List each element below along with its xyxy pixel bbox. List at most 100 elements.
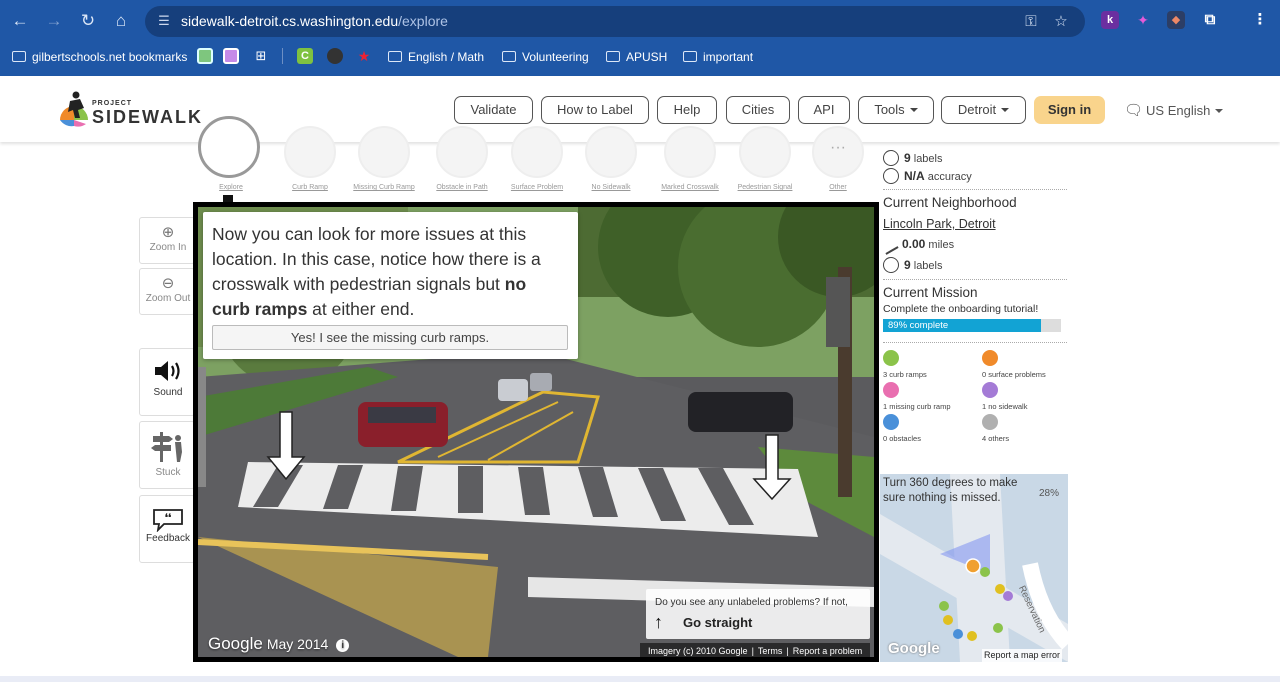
forward-icon[interactable]: →	[44, 11, 64, 31]
report-problem-link[interactable]: Report a problem	[793, 646, 863, 656]
language-selector[interactable]: 🗨 US English	[1124, 100, 1224, 122]
tool-label: Curb Ramp	[292, 184, 328, 191]
bookmark-green-icon[interactable]	[197, 48, 213, 64]
tool-no-sidewalk[interactable]: No Sidewalk	[575, 126, 647, 194]
extension-k-icon[interactable]: k	[1101, 11, 1119, 29]
path-icon	[881, 239, 899, 255]
nav-cities-button[interactable]: Cities	[726, 96, 790, 124]
tool-pedestrian-signal[interactable]: Pedestrian Signal	[729, 126, 801, 194]
bookmark-apps[interactable]: gilbertschools.net bookmarks	[12, 48, 187, 66]
tool-curb-ramp[interactable]: Curb Ramp	[274, 126, 346, 194]
tool-label: No Sidewalk	[591, 184, 631, 191]
terms-link[interactable]: Terms	[758, 646, 783, 656]
bookmark-dark-icon[interactable]	[327, 48, 343, 64]
stuck-label: Stuck	[155, 467, 181, 478]
zoom-out-icon: ⊖	[161, 275, 175, 292]
tool-marked-crosswalk[interactable]: Marked Crosswalk	[654, 126, 726, 194]
site-info-icon[interactable]: ☰	[155, 12, 173, 30]
stuck-button[interactable]: Stuck	[139, 421, 195, 489]
bookmark-c-icon[interactable]: C	[297, 48, 313, 64]
go-straight-panel[interactable]: Do you see any unlabeled problems? If no…	[646, 589, 870, 639]
project-sidewalk-logo[interactable]: PROJECT SIDEWALK	[56, 90, 216, 130]
tool-other[interactable]: ··· Other	[802, 126, 874, 194]
nav-help-button[interactable]: Help	[657, 96, 717, 124]
bookmark-folder-important[interactable]: important	[683, 48, 753, 66]
nav-tools-dropdown[interactable]: Tools	[858, 96, 934, 124]
neighborhood-title: Current Neighborhood	[883, 195, 1017, 210]
extension-bolt-icon[interactable]: ✦	[1134, 11, 1152, 29]
neighborhood-link[interactable]: Lincoln Park, Detroit	[883, 217, 996, 231]
bookmark-star-red-icon[interactable]: ★	[356, 48, 372, 64]
bookmark-purple-icon[interactable]	[223, 48, 239, 64]
nav-api-button[interactable]: API	[798, 96, 850, 124]
zoom-in-label: Zoom In	[149, 242, 187, 253]
missing-curb-ramp-icon	[883, 382, 899, 398]
browser-chrome: ← → ↻ ⌂ ☰ sidewalk-detroit.cs.washington…	[0, 0, 1280, 76]
tutorial-text: Now you can look for more issues at this…	[212, 224, 541, 319]
compass-percent: 28%	[1039, 488, 1060, 499]
curb-ramp-count: 3 curb ramps	[883, 350, 927, 379]
zoom-in-button[interactable]: ⊕ Zoom In	[139, 217, 195, 264]
extension-puzzle-color-icon[interactable]: ◆	[1167, 11, 1185, 29]
obstacle-count: 0 obstacles	[883, 414, 921, 443]
speaker-icon	[155, 361, 180, 381]
feedback-button[interactable]: ❛❛ Feedback	[139, 495, 195, 563]
home-icon[interactable]: ⌂	[111, 11, 131, 31]
svg-text:❛❛: ❛❛	[165, 513, 171, 524]
divider	[883, 279, 1067, 280]
divider	[883, 342, 1067, 343]
bookmark-grid-icon[interactable]: ⊞	[253, 48, 269, 64]
password-key-icon[interactable]: ⚿	[1021, 12, 1041, 32]
report-map-error-link[interactable]: Report a map error	[982, 649, 1063, 662]
mission-progress-bar: 89% complete	[883, 319, 1061, 332]
arrow-up-icon: ↑	[654, 612, 663, 632]
reload-icon[interactable]: ↻	[78, 11, 98, 31]
go-straight-button[interactable]: Go straight	[683, 615, 752, 630]
nav-validate-button[interactable]: Validate	[454, 96, 533, 124]
bookmark-folder-volunteering[interactable]: Volunteering	[502, 48, 589, 66]
tool-label: Marked Crosswalk	[661, 184, 719, 191]
bookmark-star-icon[interactable]: ☆	[1051, 12, 1071, 32]
tool-explore[interactable]: Explore	[195, 116, 267, 194]
missing-curb-ramp-count: 1 missing curb ramp	[883, 382, 951, 411]
confirm-missing-curb-ramps-button[interactable]: Yes! I see the missing curb ramps.	[212, 325, 568, 350]
back-icon[interactable]: ←	[10, 11, 30, 31]
nav-city-dropdown[interactable]: Detroit	[941, 96, 1026, 124]
speech-bubble-icon: ❛❛	[153, 509, 183, 532]
menu-kebab-icon[interactable]: ⋮	[1251, 11, 1269, 29]
explore-icon	[198, 116, 260, 178]
curb-ramp-icon	[883, 350, 899, 366]
google-watermark: Google May 2014 i	[208, 634, 350, 654]
url-text: sidewalk-detroit.cs.washington.edu/explo…	[181, 13, 448, 29]
divider	[883, 189, 1067, 190]
tool-surface-problem[interactable]: Surface Problem	[501, 126, 573, 194]
imagery-date: May 2014	[266, 636, 329, 652]
distance-stat: 0.00 miles	[881, 237, 954, 255]
tool-label: Missing Curb Ramp	[353, 184, 415, 191]
mission-description: Complete the onboarding tutorial!	[883, 303, 1039, 315]
tool-obstacle[interactable]: Obstacle in Path	[426, 126, 498, 194]
tool-missing-curb-ramp[interactable]: Missing Curb Ramp	[348, 126, 420, 194]
mission-title: Current Mission	[883, 285, 978, 300]
minimap[interactable]: Turn 360 degrees to make sure nothing is…	[880, 474, 1068, 662]
site-header: PROJECT SIDEWALK Validate How to Label H…	[0, 76, 1280, 142]
imagery-credit: Imagery (c) 2010 Google	[648, 646, 748, 656]
nav-how-to-label-button[interactable]: How to Label	[541, 96, 649, 124]
chevron-down-icon	[909, 108, 918, 112]
address-bar[interactable]: ☰ sidewalk-detroit.cs.washington.edu/exp…	[145, 6, 1085, 37]
label-pin-icon	[883, 150, 899, 166]
feedback-label: Feedback	[146, 533, 190, 544]
missing-curb-ramp-icon	[358, 126, 410, 178]
bookmark-folder-apush[interactable]: APUSH	[606, 48, 667, 66]
bookmark-separator	[282, 48, 283, 64]
target-icon	[883, 168, 899, 184]
surface-problem-icon	[982, 350, 998, 366]
sound-button[interactable]: Sound	[139, 348, 195, 416]
surface-problem-icon	[511, 126, 563, 178]
bookmark-folder-english[interactable]: English / Math	[388, 48, 484, 66]
sign-in-button[interactable]: Sign in	[1034, 96, 1105, 124]
zoom-out-button[interactable]: ⊖ Zoom Out	[139, 268, 195, 315]
info-icon[interactable]: i	[336, 639, 350, 652]
extensions-icon[interactable]: ⧉	[1201, 11, 1219, 29]
label-pin-icon	[883, 257, 899, 273]
